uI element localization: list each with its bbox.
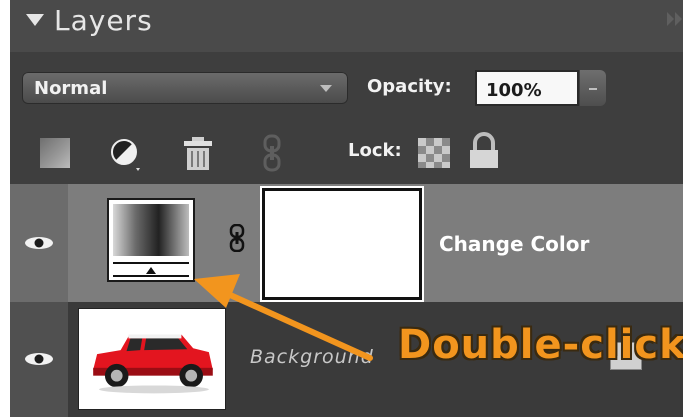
blend-mode-value: Normal xyxy=(34,78,108,99)
car-thumbnail[interactable] xyxy=(78,308,226,410)
layer-options-bar: Normal Opacity: 100% xyxy=(10,52,683,122)
chain-link-icon[interactable] xyxy=(229,224,245,252)
layer-row-change-color[interactable]: Change Color xyxy=(10,184,683,302)
layer-name[interactable]: Change Color xyxy=(439,232,589,256)
lock-label: Lock: xyxy=(348,140,402,161)
panel-header: Layers xyxy=(10,0,683,52)
layer-name[interactable]: Background xyxy=(250,346,374,368)
link-layers-icon[interactable] xyxy=(262,134,282,172)
lock-transparent-icon[interactable] xyxy=(418,138,450,168)
opacity-label: Opacity: xyxy=(367,76,452,97)
adjustment-layer-icon[interactable] xyxy=(108,136,144,172)
opacity-value: 100% xyxy=(486,80,542,101)
visibility-cell[interactable] xyxy=(10,184,68,302)
layer-toolbar: Lock: xyxy=(10,122,683,184)
panel-menu-icon[interactable] xyxy=(667,12,683,30)
collapse-triangle-icon[interactable] xyxy=(26,14,44,26)
layers-list: Change Color Background xyxy=(10,184,683,417)
opacity-slider-button[interactable] xyxy=(580,70,606,106)
adjustment-thumbnail[interactable] xyxy=(107,198,195,282)
trash-icon[interactable] xyxy=(178,134,218,174)
blend-mode-select[interactable]: Normal xyxy=(22,72,348,104)
chevron-down-icon xyxy=(320,85,332,92)
eye-icon[interactable] xyxy=(24,236,54,250)
opacity-input[interactable]: 100% xyxy=(475,70,579,106)
eye-icon[interactable] xyxy=(24,352,54,366)
panel-title: Layers xyxy=(54,4,153,37)
lock-all-icon[interactable] xyxy=(466,132,502,170)
new-layer-icon[interactable] xyxy=(40,138,70,168)
double-click-callout: Double-click xyxy=(398,322,683,368)
layer-mask-thumbnail[interactable] xyxy=(262,188,422,300)
visibility-cell[interactable] xyxy=(10,302,68,417)
